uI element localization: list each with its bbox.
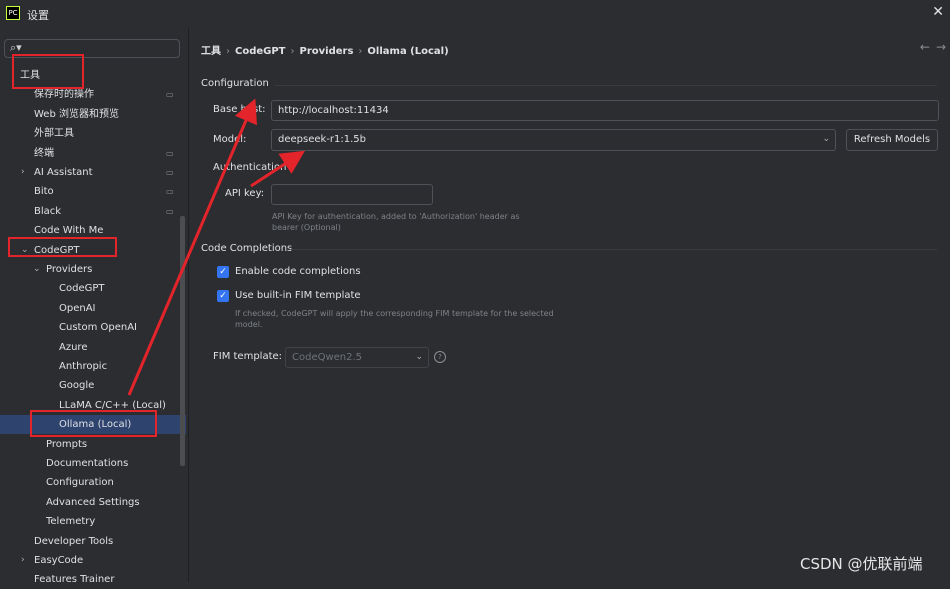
arrow-to-model	[250, 150, 306, 188]
watermark: CSDN @优联前端	[800, 555, 923, 573]
arrow-to-base-host	[127, 98, 257, 396]
annotation-arrows	[127, 98, 306, 396]
